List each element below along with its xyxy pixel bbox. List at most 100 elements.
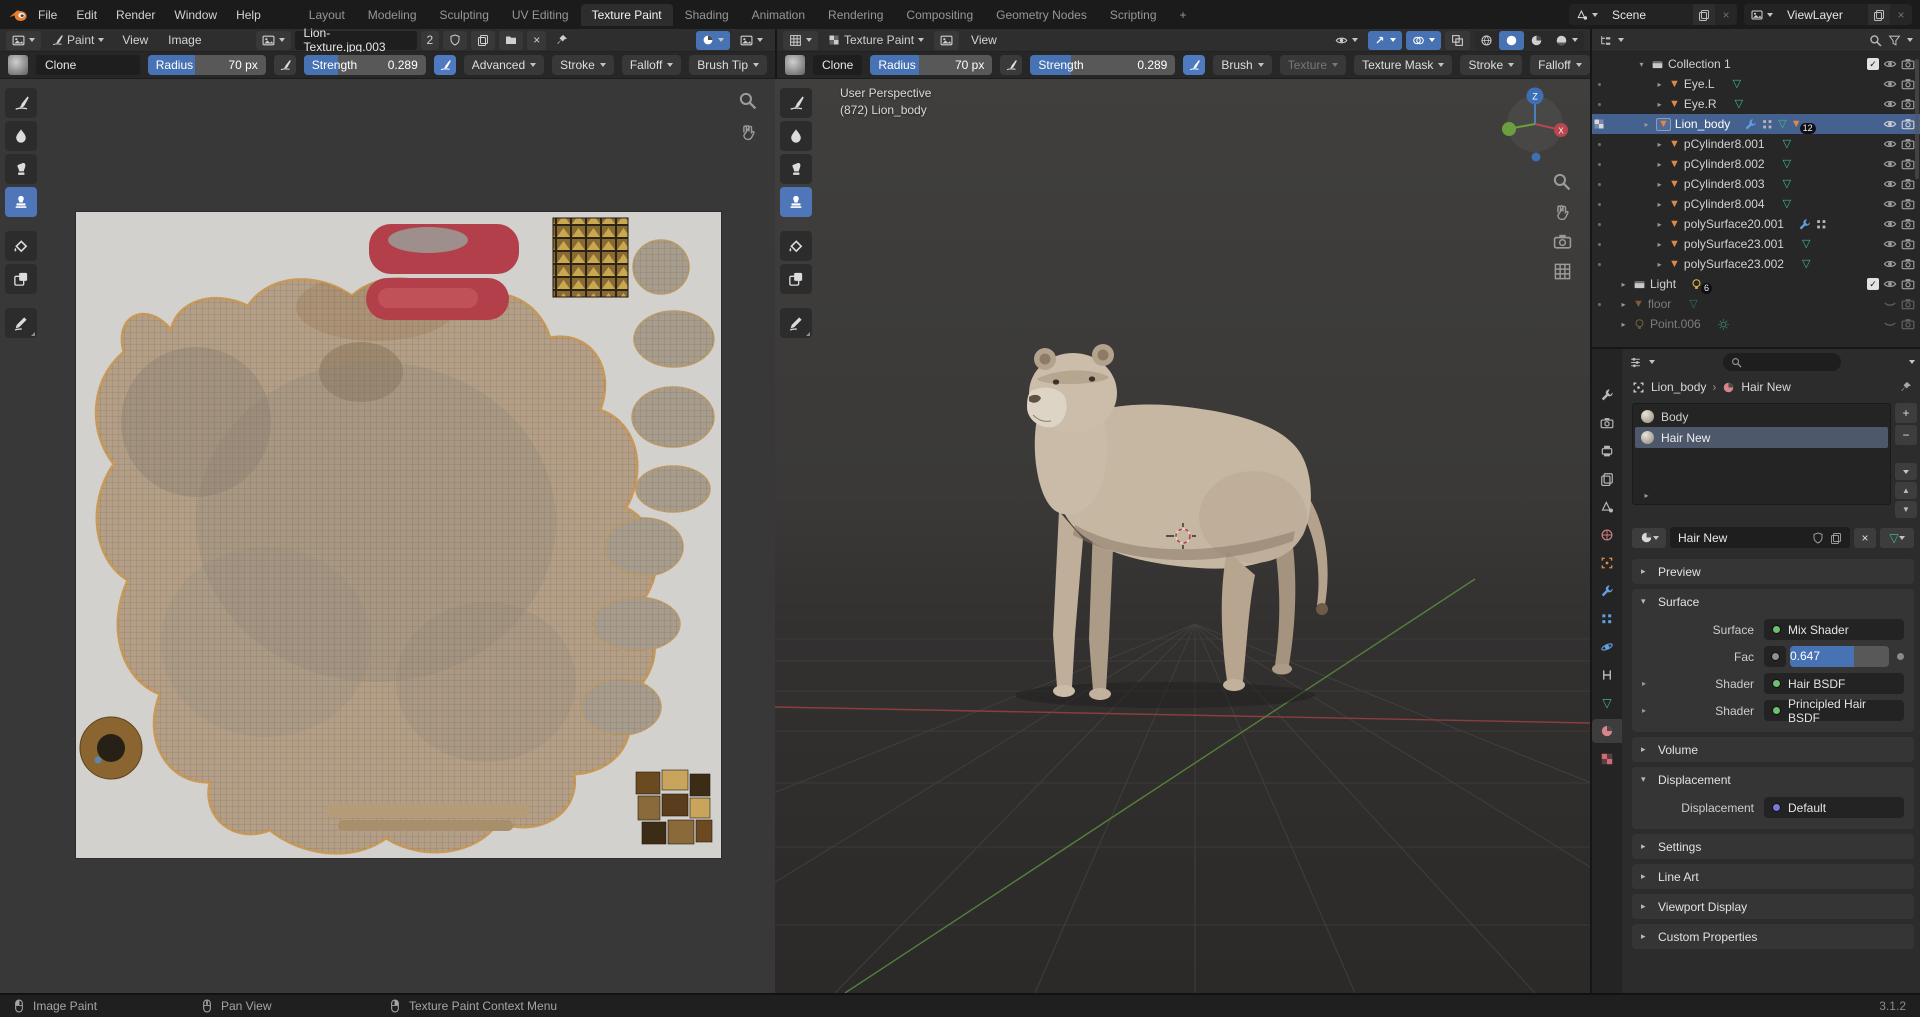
editor-type-button[interactable] bbox=[783, 30, 818, 50]
xray-toggle[interactable] bbox=[1445, 30, 1470, 50]
image-users-button[interactable]: 2 bbox=[420, 30, 440, 50]
displacement-button[interactable]: Default bbox=[1764, 797, 1904, 818]
workspace-tab-scripting[interactable]: Scripting bbox=[1099, 4, 1168, 26]
pin-button[interactable] bbox=[1900, 381, 1912, 393]
viewlayer-remove-button[interactable]: × bbox=[1890, 4, 1912, 25]
outliner-row-pcylinder8-003[interactable]: ▸ ▼ pCylinder8.003 ▽ bbox=[1592, 174, 1920, 194]
strength-slider[interactable]: Strength 0.289 bbox=[1030, 55, 1176, 75]
slot-specials-button[interactable] bbox=[1895, 463, 1917, 480]
lion-model[interactable] bbox=[1027, 344, 1328, 700]
outliner-row-lion-body[interactable]: ▸ ▼ Lion_body ▽ ▼ 12 bbox=[1592, 114, 1920, 134]
tool-mask[interactable] bbox=[780, 264, 812, 294]
tool-draw[interactable] bbox=[780, 88, 812, 118]
menu-window[interactable]: Window bbox=[165, 5, 226, 25]
image-view-menu[interactable]: View bbox=[114, 31, 156, 49]
surface-shader-button[interactable]: Mix Shader bbox=[1764, 619, 1904, 640]
camera-visibility-icon[interactable] bbox=[1901, 117, 1915, 131]
expand-icon[interactable]: ▸ bbox=[1642, 679, 1658, 688]
viewport-zoom-button[interactable] bbox=[1552, 172, 1571, 191]
options-chevron-icon[interactable] bbox=[1909, 360, 1915, 364]
move-slot-down-button[interactable]: ▼ bbox=[1895, 501, 1917, 518]
material-name-field[interactable]: Hair New bbox=[1670, 527, 1850, 548]
stroke-dropdown[interactable]: Stroke bbox=[1460, 55, 1523, 75]
tab-render[interactable] bbox=[1592, 411, 1622, 435]
disclosure-icon[interactable]: ▸ bbox=[1654, 220, 1665, 229]
tab-object[interactable] bbox=[1592, 551, 1622, 575]
outliner-row-pcylinder8-002[interactable]: ▸ ▼ pCylinder8.002 ▽ bbox=[1592, 154, 1920, 174]
tab-view-layer[interactable] bbox=[1592, 467, 1622, 491]
shading-rendered-button[interactable] bbox=[1549, 31, 1584, 50]
disclosure-icon[interactable]: ▸ bbox=[1654, 180, 1665, 189]
shading-material-button[interactable] bbox=[1524, 31, 1549, 50]
eye-icon[interactable] bbox=[1883, 217, 1897, 231]
camera-visibility-icon[interactable] bbox=[1901, 217, 1915, 231]
brush-thumbnail[interactable] bbox=[8, 55, 28, 75]
camera-visibility-icon[interactable] bbox=[1901, 137, 1915, 151]
camera-visibility-icon[interactable] bbox=[1901, 297, 1915, 311]
disclosure-icon[interactable]: ▸ bbox=[1654, 240, 1665, 249]
visibility-dropdown[interactable] bbox=[1329, 31, 1364, 50]
shading-wireframe-button[interactable] bbox=[1474, 31, 1499, 50]
viewlayer-browse-button[interactable] bbox=[1744, 4, 1780, 25]
breadcrumb-object[interactable]: Lion_body bbox=[1651, 380, 1706, 394]
outliner-row-pcylinder8-001[interactable]: ▸ ▼ pCylinder8.001 ▽ bbox=[1592, 134, 1920, 154]
eye-icon[interactable] bbox=[1883, 117, 1897, 131]
pin-button[interactable] bbox=[550, 31, 574, 50]
workspace-tab-layout[interactable]: Layout bbox=[298, 4, 356, 26]
shield-icon[interactable] bbox=[1812, 532, 1824, 544]
remove-slot-button[interactable]: − bbox=[1895, 425, 1917, 445]
search-icon[interactable] bbox=[1869, 34, 1882, 47]
eye-closed-icon[interactable] bbox=[1883, 297, 1897, 311]
shader1-button[interactable]: Hair BSDF bbox=[1764, 673, 1904, 694]
eye-icon[interactable] bbox=[1883, 197, 1897, 211]
disclosure-icon[interactable]: ▸ bbox=[1618, 320, 1629, 329]
advanced-dropdown[interactable]: Advanced bbox=[463, 55, 545, 75]
workspace-tab-modeling[interactable]: Modeling bbox=[357, 4, 428, 26]
animate-dot-icon[interactable] bbox=[1897, 653, 1904, 660]
eye-icon[interactable] bbox=[1883, 237, 1897, 251]
eye-icon[interactable] bbox=[1883, 157, 1897, 171]
scene-name[interactable]: Scene bbox=[1605, 4, 1693, 25]
brush-name-field[interactable]: Clone bbox=[813, 55, 863, 75]
outliner-editor-icon[interactable] bbox=[1599, 34, 1612, 47]
viewport-perspective-button[interactable] bbox=[1553, 262, 1572, 281]
disclosure-icon[interactable]: ▸ bbox=[1641, 491, 1652, 500]
falloff-dropdown[interactable]: Falloff bbox=[1530, 55, 1590, 75]
shader2-button[interactable]: Principled Hair BSDF bbox=[1764, 697, 1904, 725]
outliner-row-eye-r[interactable]: ▸ ▼ Eye.R ▽ bbox=[1592, 94, 1920, 114]
outliner-row-eye-l[interactable]: ▸ ▼ Eye.L ▽ bbox=[1592, 74, 1920, 94]
link-target-button[interactable]: ▽ bbox=[1880, 527, 1914, 548]
tool-smear[interactable] bbox=[5, 154, 37, 184]
scene-new-button[interactable] bbox=[1693, 4, 1715, 25]
unlink-image-button[interactable]: × bbox=[527, 30, 547, 50]
tab-world[interactable] bbox=[1592, 523, 1622, 547]
strength-slider[interactable]: Strength 0.289 bbox=[303, 55, 426, 75]
browse-material-button[interactable] bbox=[1632, 527, 1666, 548]
menu-help[interactable]: Help bbox=[227, 5, 270, 25]
viewport-3d[interactable] bbox=[775, 79, 1590, 993]
properties-editor-icon[interactable] bbox=[1629, 356, 1642, 369]
eye-icon[interactable] bbox=[1883, 137, 1897, 151]
tool-fill[interactable] bbox=[780, 231, 812, 261]
slot-hair-new[interactable]: Hair New bbox=[1635, 427, 1888, 448]
outliner-row-pcylinder8-004[interactable]: ▸ ▼ pCylinder8.004 ▽ bbox=[1592, 194, 1920, 214]
tool-clone[interactable] bbox=[5, 187, 37, 217]
disclosure-icon[interactable]: ▸ bbox=[1654, 140, 1665, 149]
new-image-button[interactable] bbox=[471, 30, 496, 50]
brush-name-field[interactable]: Clone bbox=[36, 55, 140, 75]
move-slot-up-button[interactable]: ▲ bbox=[1895, 482, 1917, 499]
tool-fill[interactable] bbox=[5, 231, 37, 261]
workspace-tab-compositing[interactable]: Compositing bbox=[895, 4, 984, 26]
camera-visibility-icon[interactable] bbox=[1901, 77, 1915, 91]
tool-smear[interactable] bbox=[780, 154, 812, 184]
outliner-row-polysurface23-001[interactable]: ▸ ▼ polySurface23.001 ▽ bbox=[1592, 234, 1920, 254]
outliner-row-floor[interactable]: ▸ ▼ floor ▽ bbox=[1592, 294, 1920, 314]
scene-browse-button[interactable] bbox=[1569, 4, 1605, 25]
menu-render[interactable]: Render bbox=[107, 5, 164, 25]
texture-dropdown[interactable]: Texture bbox=[1279, 55, 1347, 75]
tab-modifiers[interactable] bbox=[1592, 579, 1622, 603]
workspace-tab-texture-paint[interactable]: Texture Paint bbox=[580, 3, 673, 26]
tool-mask[interactable] bbox=[5, 264, 37, 294]
brush-tip-dropdown[interactable]: Brush Tip bbox=[689, 55, 767, 75]
navigation-gizmo[interactable]: Z X bbox=[1495, 80, 1595, 180]
